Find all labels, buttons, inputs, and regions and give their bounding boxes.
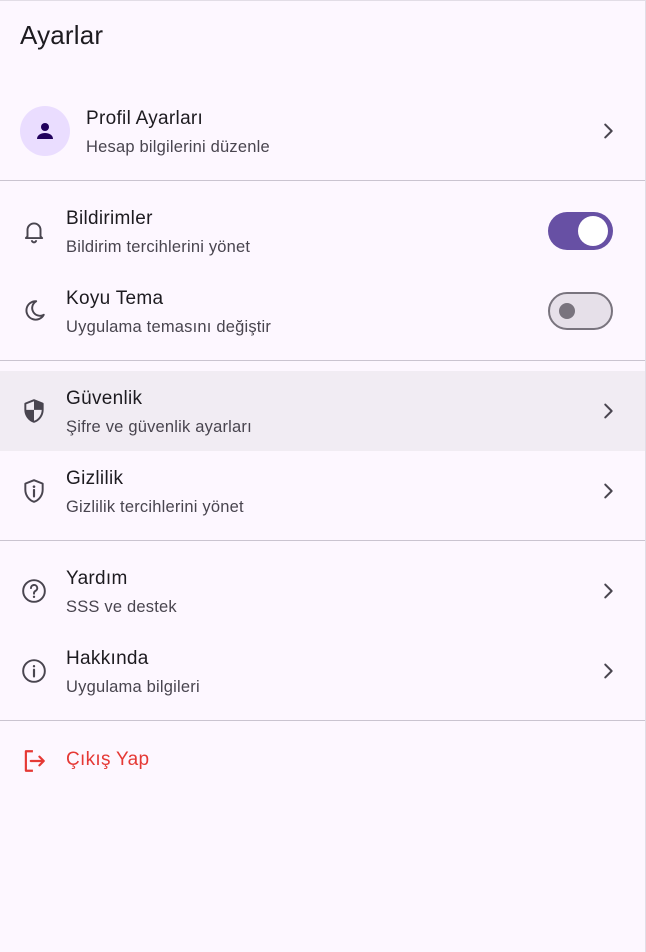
security-item[interactable]: Güvenlik Şifre ve güvenlik ayarları [0,371,646,451]
about-subtitle: Uygulama bilgileri [66,678,200,696]
profile-title: Profil Ayarları [86,108,204,129]
chevron-right-icon [597,580,619,602]
dark-theme-toggle[interactable] [548,292,613,330]
divider [0,540,646,541]
privacy-subtitle: Gizlilik tercihlerini yönet [66,498,244,516]
dark-theme-title: Koyu Tema [66,288,164,309]
profile-settings-item[interactable]: Profil Ayarları Hesap bilgilerini düzenl… [0,91,646,171]
info-circle-icon [21,658,47,684]
privacy-item[interactable]: Gizlilik Gizlilik tercihlerini yönet [0,451,646,531]
divider [0,180,646,181]
notifications-subtitle: Bildirim tercihlerini yönet [66,238,251,256]
logout-icon [21,748,47,774]
help-subtitle: SSS ve destek [66,598,177,616]
security-subtitle: Şifre ve güvenlik ayarları [66,418,252,436]
toggle-thumb [578,216,608,246]
app-bar: Ayarlar [0,0,646,72]
notifications-item[interactable]: Bildirimler Bildirim tercihlerini yönet [0,191,646,271]
bell-icon [21,218,47,244]
about-title: Hakkında [66,648,149,669]
help-circle-icon [21,578,47,604]
notifications-toggle[interactable] [548,212,613,250]
dark-theme-item[interactable]: Koyu Tema Uygulama temasını değiştir [0,271,646,351]
divider [0,360,646,361]
moon-icon [21,298,47,324]
logout-label: Çıkış Yap [66,749,150,770]
toggle-thumb [559,303,575,319]
shield-icon [21,398,47,424]
page-title: Ayarlar [20,20,104,50]
dark-theme-subtitle: Uygulama temasını değiştir [66,318,272,336]
person-icon [37,123,53,139]
avatar [20,106,70,156]
privacy-shield-icon [21,478,47,504]
chevron-right-icon [597,400,619,422]
logout-item[interactable]: Çıkış Yap [0,721,646,801]
security-title: Güvenlik [66,388,143,409]
help-title: Yardım [66,568,128,589]
about-item[interactable]: Hakkında Uygulama bilgileri [0,631,646,711]
notifications-title: Bildirimler [66,208,153,229]
profile-subtitle: Hesap bilgilerini düzenle [86,138,270,156]
help-item[interactable]: Yardım SSS ve destek [0,551,646,631]
privacy-title: Gizlilik [66,468,124,489]
chevron-right-icon [597,660,619,682]
chevron-right-icon [597,120,619,142]
chevron-right-icon [597,480,619,502]
